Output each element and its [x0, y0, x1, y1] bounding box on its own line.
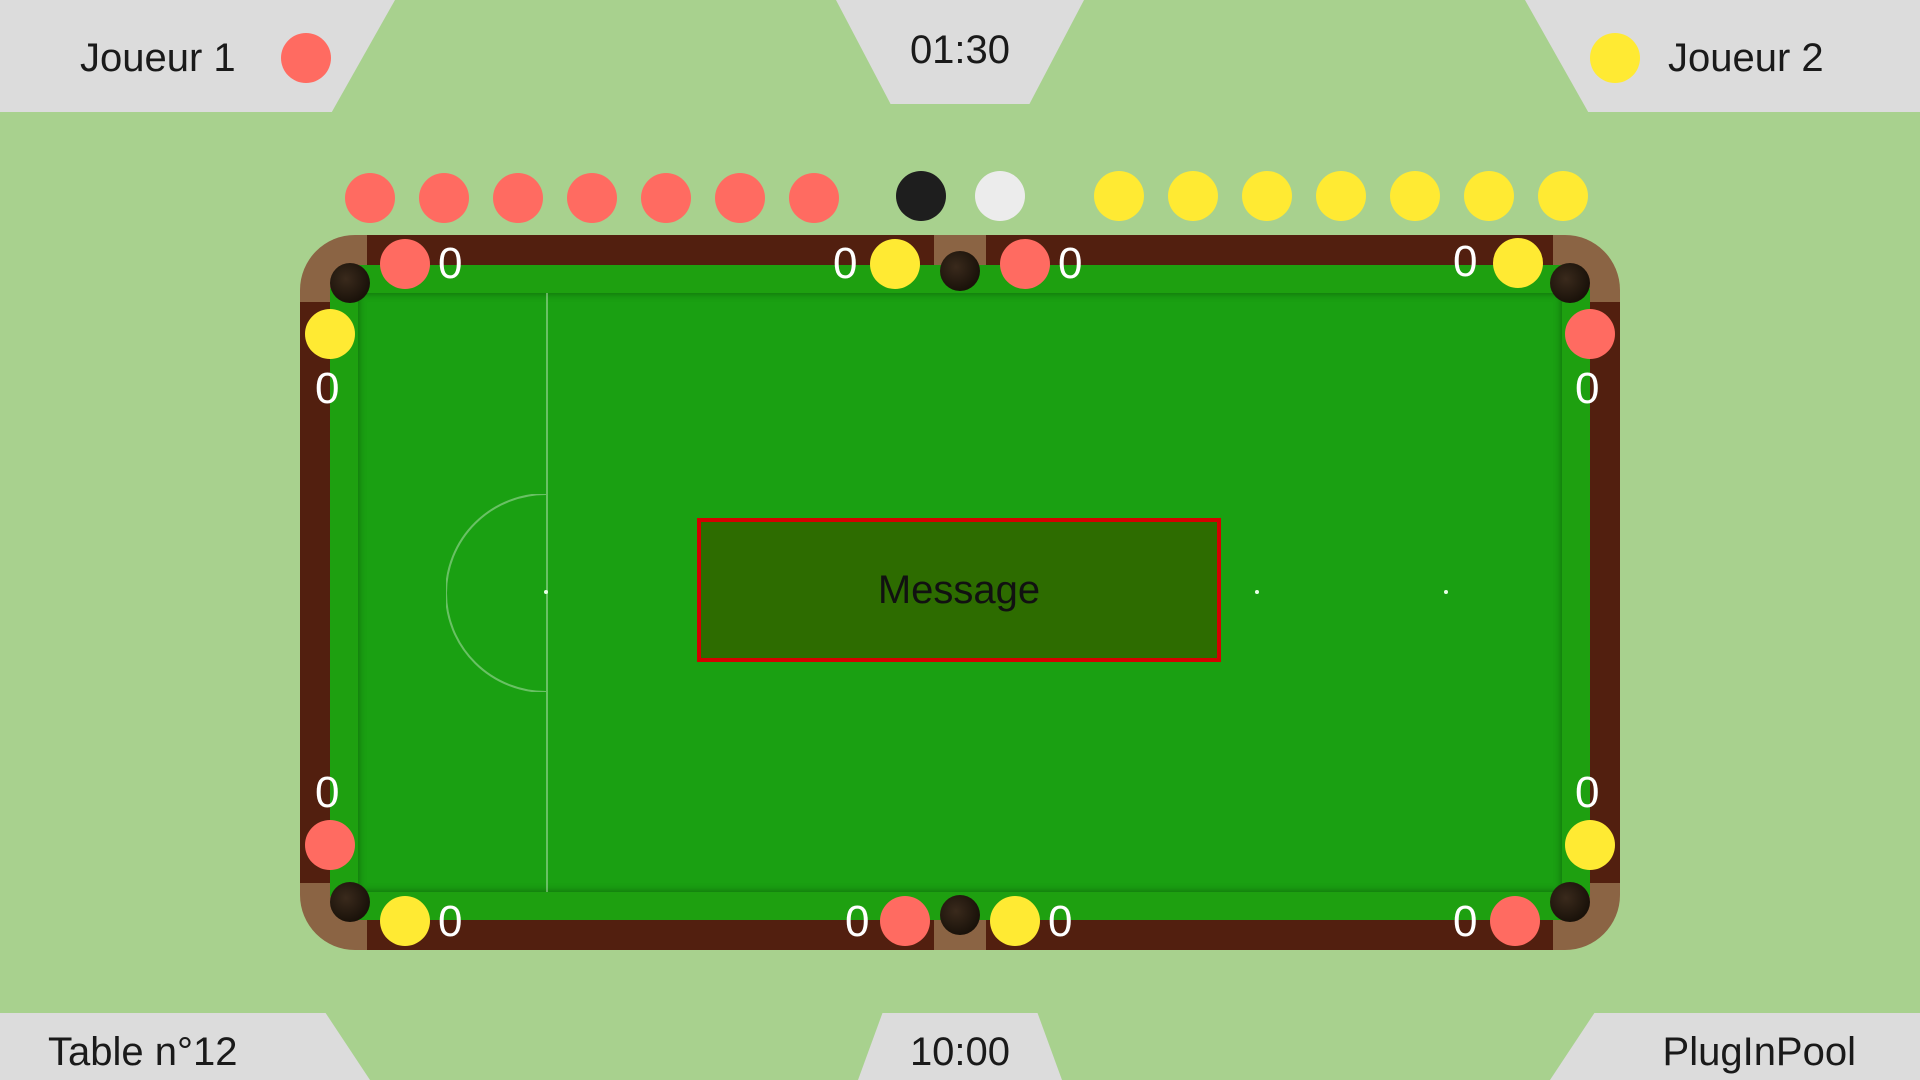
- brand-name: PlugInPool: [1662, 1030, 1856, 1074]
- pocket-bl-score-side: 0: [315, 768, 340, 817]
- remaining-ball-player2: [1094, 171, 1144, 221]
- black-spot: [1444, 590, 1448, 594]
- pocket-top-right: [1550, 263, 1590, 303]
- remaining-ball-player1: [641, 173, 691, 223]
- pocket-top-center: [940, 251, 980, 291]
- remaining-ball-player1: [789, 173, 839, 223]
- pocket-tr-score-side: 0: [1575, 364, 1600, 413]
- pocket-br-ball-p2: [1565, 820, 1615, 870]
- pocket-br-ball-p1: [1490, 896, 1540, 946]
- pocket-bl-ball-p2: [380, 896, 430, 946]
- pocket-tl-ball-p2: [305, 309, 355, 359]
- remaining-ball-black: [896, 171, 946, 221]
- remaining-ball-player2: [1390, 171, 1440, 221]
- pocket-tl-score-top: 0: [438, 239, 463, 288]
- player2-name: Joueur 2: [1668, 36, 1824, 80]
- remaining-ball-player2: [1242, 171, 1292, 221]
- remaining-ball-player2: [1316, 171, 1366, 221]
- remaining-ball-player1: [567, 173, 617, 223]
- pocket-bc-ball-p2: [990, 896, 1040, 946]
- pocket-bc-score-right: 0: [1048, 897, 1073, 946]
- pocket-bc-ball-p1: [880, 896, 930, 946]
- pocket-tc-score-right: 0: [1058, 239, 1083, 288]
- remaining-ball-player2: [1464, 171, 1514, 221]
- remaining-ball-player2: [1168, 171, 1218, 221]
- pocket-bottom-right: [1550, 882, 1590, 922]
- remaining-ball-cue: [975, 171, 1025, 221]
- pocket-tr-ball-p1: [1565, 309, 1615, 359]
- remaining-ball-player1: [419, 173, 469, 223]
- remaining-ball-player1: [715, 173, 765, 223]
- player2-color-ball: [1590, 33, 1640, 83]
- pocket-bl-score-bottom: 0: [438, 897, 463, 946]
- pocket-tl-score-side: 0: [315, 364, 340, 413]
- pocket-tc-ball-p2: [870, 239, 920, 289]
- pocket-bl-ball-p1: [305, 820, 355, 870]
- pink-spot: [1255, 590, 1259, 594]
- remaining-ball-player2: [1538, 171, 1588, 221]
- pocket-tr-ball-p2: [1493, 238, 1543, 288]
- pocket-tc-score-left: 0: [833, 239, 858, 288]
- remaining-ball-player1: [345, 173, 395, 223]
- pocket-br-score-bottom: 0: [1453, 897, 1478, 946]
- remaining-ball-player1: [493, 173, 543, 223]
- match-clock: 10:00: [909, 1030, 1011, 1074]
- pocket-bottom-left: [330, 882, 370, 922]
- brown-spot: [544, 590, 548, 594]
- pocket-tr-score-top: 0: [1453, 237, 1478, 286]
- pocket-br-score-side: 0: [1575, 768, 1600, 817]
- pocket-top-left: [330, 263, 370, 303]
- pocket-bottom-center: [940, 895, 980, 935]
- pocket-tc-ball-p1: [1000, 239, 1050, 289]
- pocket-bc-score-left: 0: [845, 897, 870, 946]
- message-box: Message: [697, 518, 1221, 662]
- pocket-tl-ball-p1: [380, 239, 430, 289]
